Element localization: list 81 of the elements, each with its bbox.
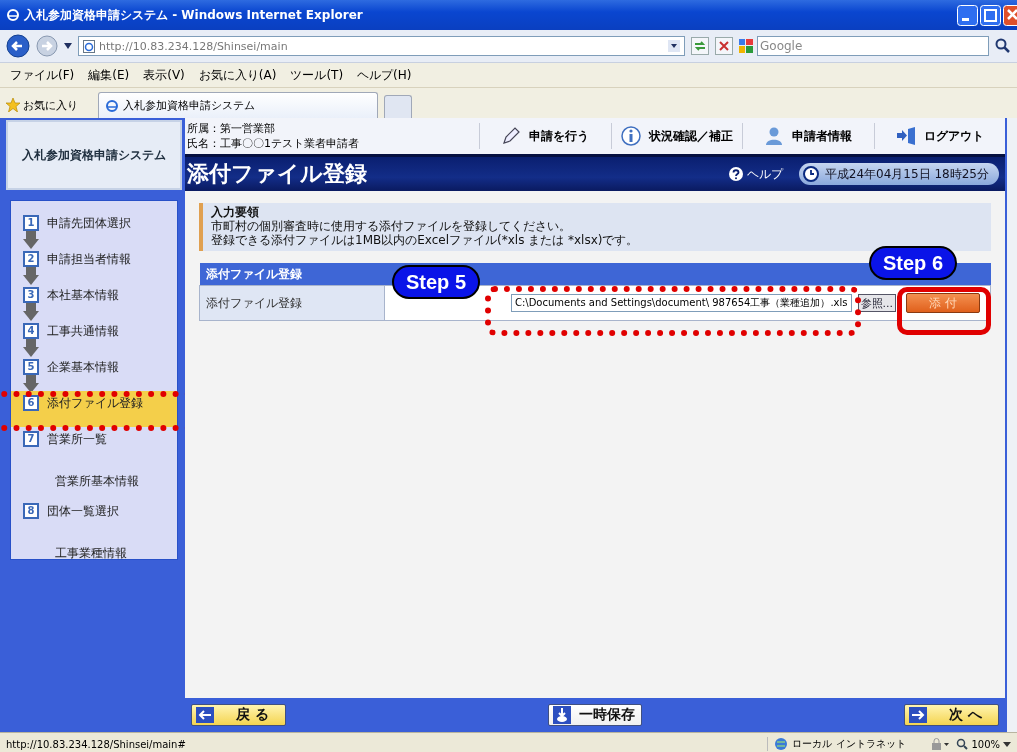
save-icon — [553, 706, 571, 724]
file-path-field[interactable]: C:\Documents and Settings\document\ 987654工事（業種追加）.xls — [510, 294, 852, 312]
page-title: 添付ファイル登録 — [187, 160, 368, 188]
instructions-heading: 入力要領 — [211, 205, 260, 219]
step-item[interactable]: 7 営業所一覧 — [11, 427, 177, 463]
scrollbar[interactable] — [1007, 118, 1017, 732]
clock-icon — [802, 166, 819, 182]
step-item[interactable]: 1 申請先団体選択 — [11, 211, 177, 247]
info-icon — [620, 126, 641, 146]
security-zone: ローカル イントラネット — [792, 737, 906, 751]
step-number: 6 — [23, 395, 39, 411]
department-text: 所属：第一営業部 — [187, 121, 276, 136]
step-item[interactable]: 2 申請担当者情報 — [11, 247, 177, 283]
step-callout: Step 6 — [869, 246, 958, 280]
dropdown-icon[interactable] — [64, 43, 72, 49]
forward-icon[interactable] — [36, 35, 58, 57]
status-url: http://10.83.234.128/Shinsei/main# — [6, 738, 187, 750]
menu-item[interactable]: ヘルプ(H) — [357, 66, 412, 84]
step-item[interactable]: 営業所基本情報 — [11, 463, 177, 499]
step-item[interactable]: 3 本社基本情報 — [11, 283, 177, 319]
left-arrow-icon — [196, 707, 214, 723]
step-item[interactable]: 4 工事共通情報 — [11, 319, 177, 355]
field-label: 添付ファイル登録 — [199, 285, 385, 321]
globe-icon — [774, 737, 789, 751]
back-icon[interactable] — [6, 34, 30, 58]
help-link[interactable]: ヘルプ — [728, 165, 783, 183]
step-callout: Step 5 — [392, 265, 481, 299]
step-item[interactable]: 8 団体一覧選択 — [11, 499, 177, 535]
pencil-icon — [501, 126, 522, 146]
zoom-control[interactable]: 100% — [956, 738, 1011, 750]
next-button[interactable]: 次 へ — [904, 704, 999, 726]
system-name-header: 入札参加資格申請システム — [6, 120, 182, 190]
menu-item[interactable]: ツール(T) — [290, 66, 344, 84]
step-item[interactable]: 5 企業基本情報 — [11, 355, 177, 391]
refresh-icon[interactable] — [691, 37, 709, 55]
step-number: 2 — [23, 251, 39, 267]
back-button[interactable]: 戻 る — [191, 704, 286, 726]
instruction-text: 市町村の個別審査時に使用する添付ファイルを登録してください。 — [211, 219, 572, 233]
page-icon — [83, 39, 95, 53]
close-icon[interactable] — [1003, 4, 1017, 26]
nav-link[interactable]: 申請を行う — [479, 123, 611, 149]
help-icon — [728, 167, 743, 181]
right-arrow-icon — [909, 707, 928, 723]
window-title: 入札参加資格申請システム - Windows Internet Explorer — [24, 6, 364, 24]
lock-icon[interactable] — [930, 738, 951, 750]
maximize-icon[interactable] — [980, 4, 1001, 26]
step-number: 7 — [23, 431, 39, 447]
dropdown-icon[interactable] — [668, 40, 680, 52]
step-item[interactable]: 工事業種情報 — [11, 535, 177, 571]
nav-link[interactable]: ログアウト — [873, 123, 1005, 149]
nav-link[interactable]: 状況確認／補正 — [610, 123, 742, 149]
google-icon — [739, 39, 753, 53]
menu-item[interactable]: 表示(V) — [143, 66, 185, 84]
search-icon[interactable] — [995, 38, 1011, 54]
star-icon — [6, 98, 20, 112]
logout-icon — [895, 126, 916, 146]
favorites-button[interactable]: お気に入り — [6, 92, 78, 118]
menu-item[interactable]: ファイル(F) — [10, 66, 75, 84]
step-item[interactable]: 6 添付ファイル登録 — [11, 391, 177, 427]
table-header: 添付ファイル登録 — [199, 263, 385, 286]
instruction-text: 登録できる添付ファイルは1MB以内のExcelファイル(*xls または *xlsx)です。 — [211, 233, 640, 247]
person-icon — [764, 126, 785, 146]
menu-item[interactable]: お気に入り(A) — [198, 66, 277, 84]
step-number: 3 — [23, 287, 39, 303]
step-number: 8 — [23, 503, 39, 519]
save-button[interactable]: 一時保存 — [548, 704, 642, 726]
search-field[interactable]: Google — [757, 36, 989, 56]
minimize-icon[interactable] — [957, 4, 978, 26]
stop-icon[interactable] — [715, 37, 733, 55]
browse-button[interactable]: 参照... — [857, 294, 896, 312]
dropdown-icon — [1003, 741, 1011, 747]
step-number: 4 — [23, 323, 39, 339]
step-number: 5 — [23, 359, 39, 375]
browser-tab[interactable]: 入札参加資格申請システム — [98, 92, 378, 118]
user-name-text: 氏名：工事〇〇1テスト業者申請者 — [187, 136, 360, 151]
address-field[interactable]: http://10.83.234.128/Shinsei/main — [78, 36, 685, 56]
step-number: 1 — [23, 215, 39, 231]
date-display: 平成24年04月15日 18時25分 — [798, 163, 999, 185]
nav-link[interactable]: 申請者情報 — [742, 123, 874, 149]
menu-item[interactable]: 編集(E) — [88, 66, 130, 84]
zoom-icon — [956, 738, 969, 750]
